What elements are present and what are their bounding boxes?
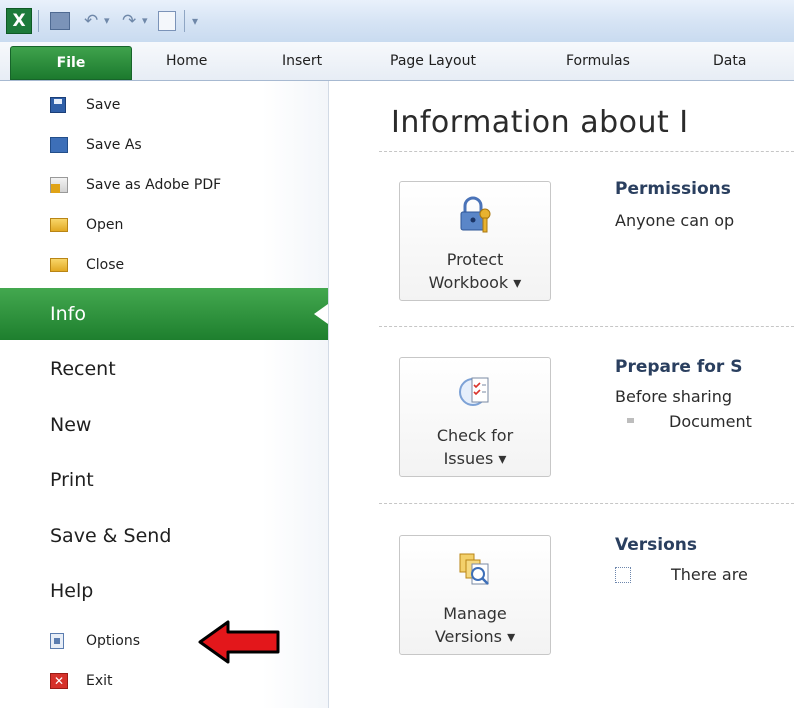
exit-command[interactable]: ✕ Exit: [0, 661, 328, 701]
close-command[interactable]: Close: [0, 245, 328, 285]
check-for-issues-label: Check for Issues ▾: [436, 426, 514, 468]
close-folder-icon: [50, 258, 68, 272]
exit-icon: ✕: [50, 673, 68, 689]
title-bar: X ↶ ▾ ↷ ▾ ▾: [0, 0, 794, 42]
save-icon: [50, 97, 66, 113]
versions-heading: Versions: [615, 535, 697, 555]
save-as-label: Save As: [86, 137, 142, 153]
tab-file[interactable]: File: [10, 46, 132, 80]
protect-workbook-label: Protect Workbook ▾: [428, 250, 522, 292]
bullet-icon: [627, 418, 634, 423]
nav-tab-save-send[interactable]: Save & Send: [0, 510, 328, 562]
save-command[interactable]: Save: [0, 85, 328, 125]
page-title: Information about I: [391, 105, 689, 140]
permissions-text: Anyone can op: [615, 211, 735, 230]
save-as-pdf-command[interactable]: Save as Adobe PDF: [0, 165, 328, 205]
redo-dropdown-icon[interactable]: ▾: [142, 8, 148, 34]
version-document-icon: [615, 567, 631, 583]
protect-workbook-button[interactable]: Protect Workbook ▾: [399, 181, 551, 301]
lock-key-icon: [460, 196, 491, 233]
options-icon: [50, 633, 64, 649]
options-label: Options: [86, 633, 141, 649]
save-as-pdf-label: Save as Adobe PDF: [86, 177, 222, 193]
save-as-icon: [50, 137, 68, 153]
tab-insert[interactable]: Insert: [282, 42, 322, 80]
tab-home[interactable]: Home: [166, 42, 207, 80]
nav-tab-recent[interactable]: Recent: [0, 343, 328, 395]
toolbar-separator: [38, 10, 39, 32]
save-icon[interactable]: [50, 12, 70, 30]
checklist-icon: [459, 377, 489, 406]
excel-icon[interactable]: X: [6, 8, 32, 34]
nav-tab-info[interactable]: Info: [0, 288, 328, 340]
open-folder-icon: [50, 218, 68, 232]
divider: [379, 151, 794, 152]
tab-data[interactable]: Data: [713, 42, 746, 80]
open-command[interactable]: Open: [0, 205, 328, 245]
prepare-bullet-text: Document: [669, 412, 752, 431]
save-label: Save: [86, 97, 121, 113]
ribbon-tab-row: File Home Insert Page Layout Formulas Da…: [0, 42, 794, 81]
divider: [379, 503, 794, 504]
backstage-nav: Save Save As Save as Adobe PDF Open Clos…: [0, 81, 329, 708]
exit-label: Exit: [86, 673, 113, 689]
pdf-icon: [50, 177, 68, 193]
versions-text: There are: [671, 565, 748, 584]
redo-icon[interactable]: ↷: [122, 8, 136, 34]
info-pane: Information about I Protect Workbook ▾ P…: [329, 81, 794, 708]
check-for-issues-button[interactable]: Check for Issues ▾: [399, 357, 551, 477]
customize-toolbar-icon[interactable]: ▾: [192, 8, 198, 34]
prepare-text: Before sharing: [615, 387, 732, 406]
manage-versions-button[interactable]: Manage Versions ▾: [399, 535, 551, 655]
red-arrow-icon: [198, 620, 280, 664]
tab-page-layout[interactable]: Page Layout: [390, 42, 476, 80]
versions-icon: [459, 553, 489, 585]
nav-tab-new[interactable]: New: [0, 399, 328, 451]
permissions-heading: Permissions: [615, 179, 731, 199]
prepare-heading: Prepare for S: [615, 357, 743, 377]
save-as-command[interactable]: Save As: [0, 125, 328, 165]
nav-tab-print[interactable]: Print: [0, 454, 328, 506]
manage-versions-label: Manage Versions ▾: [434, 604, 516, 646]
nav-tab-help[interactable]: Help: [0, 565, 328, 617]
nav-tab-info-label: Info: [50, 303, 86, 325]
print-preview-icon[interactable]: [158, 11, 176, 31]
close-label: Close: [86, 257, 125, 273]
divider: [379, 326, 794, 327]
undo-dropdown-icon[interactable]: ▾: [104, 8, 110, 34]
open-label: Open: [86, 217, 124, 233]
toolbar-separator: [184, 10, 185, 32]
undo-icon[interactable]: ↶: [84, 8, 98, 34]
tab-formulas[interactable]: Formulas: [566, 42, 630, 80]
selected-indicator-icon: [314, 304, 328, 324]
